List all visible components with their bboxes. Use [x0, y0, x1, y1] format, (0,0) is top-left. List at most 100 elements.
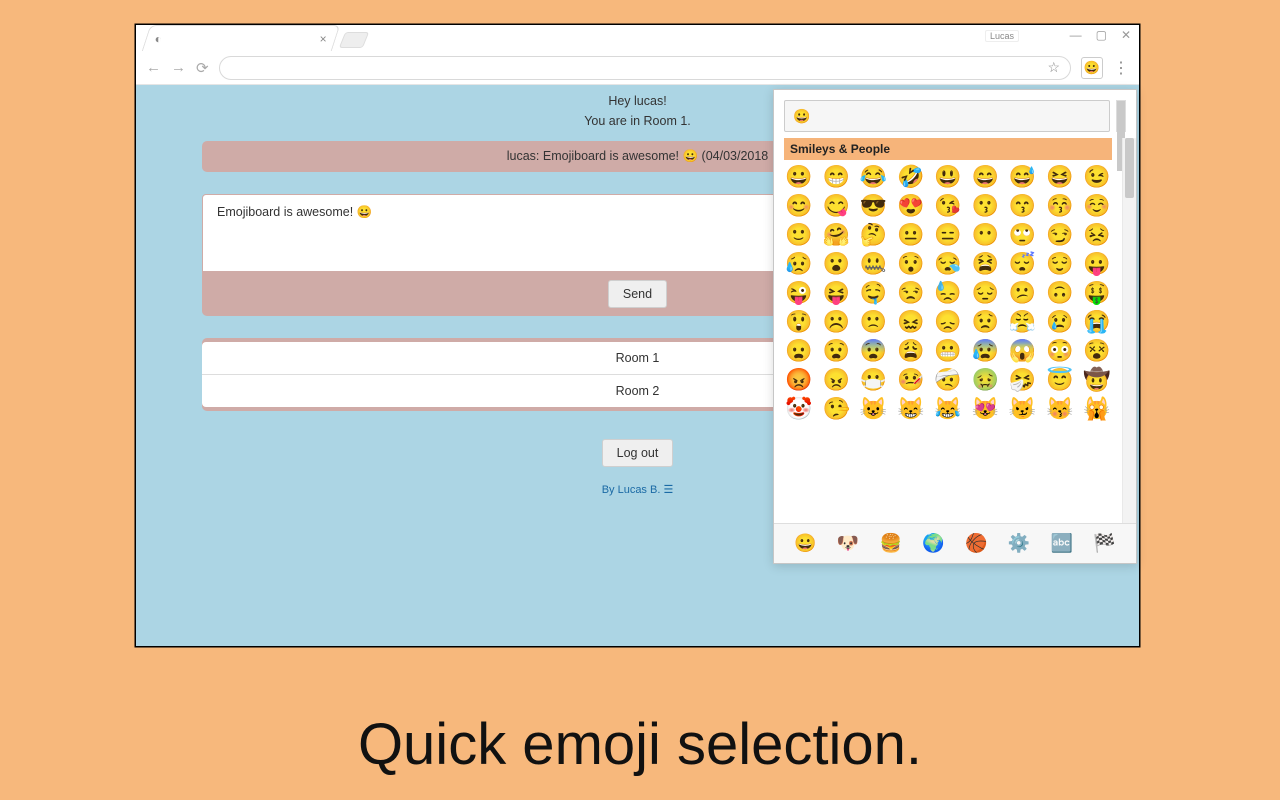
- emoji-cell[interactable]: 🤧: [1007, 369, 1037, 391]
- emoji-cell[interactable]: 😴: [1007, 253, 1037, 275]
- emoji-cell[interactable]: 😧: [821, 340, 851, 362]
- emoji-category-tab[interactable]: 🐶: [837, 533, 859, 554]
- emoji-cell[interactable]: 😺: [858, 398, 888, 420]
- address-bar[interactable]: ☆: [219, 56, 1071, 80]
- emoji-cell[interactable]: 😄: [970, 166, 1000, 188]
- emoji-category-tab[interactable]: 🏀: [965, 533, 987, 554]
- emoji-cell[interactable]: 🙄: [1007, 224, 1037, 246]
- emoji-cell[interactable]: 😸: [896, 398, 926, 420]
- emoji-cell[interactable]: 😅: [1007, 166, 1037, 188]
- emoji-cell[interactable]: 😩: [896, 340, 926, 362]
- emoji-cell[interactable]: 😞: [933, 311, 963, 333]
- emoji-cell[interactable]: 😯: [896, 253, 926, 275]
- emoji-cell[interactable]: 😙: [1007, 195, 1037, 217]
- emoji-category-tab[interactable]: 🔤: [1051, 533, 1073, 554]
- emoji-cell[interactable]: 😫: [970, 253, 1000, 275]
- emoji-cell[interactable]: 😏: [1045, 224, 1075, 246]
- emoji-cell[interactable]: 😷: [858, 369, 888, 391]
- emoji-cell[interactable]: 😠: [821, 369, 851, 391]
- emoji-cell[interactable]: 🤣: [896, 166, 926, 188]
- emoji-cell[interactable]: 😖: [896, 311, 926, 333]
- emoji-category-tab[interactable]: 🍔: [880, 533, 902, 554]
- emoji-category-tab[interactable]: 😀: [794, 533, 816, 554]
- emoji-cell[interactable]: 🤒: [896, 369, 926, 391]
- emoji-cell[interactable]: 😓: [933, 282, 963, 304]
- window-maximize-icon[interactable]: ▢: [1096, 28, 1107, 42]
- emoji-cell[interactable]: 😝: [821, 282, 851, 304]
- close-tab-icon[interactable]: ×: [320, 32, 327, 46]
- browser-tab[interactable]: ◐ ×: [142, 25, 340, 51]
- search-scrollbar[interactable]: [1116, 100, 1126, 132]
- emoji-scrollbar[interactable]: [1122, 138, 1136, 523]
- emoji-cell[interactable]: 😽: [1045, 398, 1075, 420]
- emoji-cell[interactable]: 😊: [784, 195, 814, 217]
- emoji-cell[interactable]: 🤔: [858, 224, 888, 246]
- window-close-icon[interactable]: ✕: [1121, 28, 1131, 42]
- emoji-cell[interactable]: 🤐: [858, 253, 888, 275]
- emoji-cell[interactable]: 😚: [1045, 195, 1075, 217]
- emoji-cell[interactable]: 😃: [933, 166, 963, 188]
- emoji-cell[interactable]: 😘: [933, 195, 963, 217]
- emoji-cell[interactable]: 😰: [970, 340, 1000, 362]
- emoji-cell[interactable]: 😌: [1045, 253, 1075, 275]
- emoji-cell[interactable]: 🤤: [858, 282, 888, 304]
- browser-menu-icon[interactable]: ⋮: [1113, 58, 1129, 78]
- emoji-cell[interactable]: 😬: [933, 340, 963, 362]
- emoji-cell[interactable]: 🙀: [1082, 398, 1112, 420]
- emoji-cell[interactable]: 😣: [1082, 224, 1112, 246]
- emoji-cell[interactable]: 😑: [933, 224, 963, 246]
- bookmark-star-icon[interactable]: ☆: [1047, 59, 1060, 76]
- emoji-category-tab[interactable]: 🌍: [922, 533, 944, 554]
- emoji-cell[interactable]: 😛: [1082, 253, 1112, 275]
- emoji-cell[interactable]: 🙂: [784, 224, 814, 246]
- emoji-cell[interactable]: 😮: [821, 253, 851, 275]
- emoji-cell[interactable]: 😵: [1082, 340, 1112, 362]
- window-minimize-icon[interactable]: —: [1070, 28, 1082, 42]
- emoji-cell[interactable]: 😐: [896, 224, 926, 246]
- new-tab-button[interactable]: [339, 32, 369, 48]
- emoji-category-tab[interactable]: ⚙️: [1008, 533, 1030, 554]
- emoji-cell[interactable]: 🤕: [933, 369, 963, 391]
- forward-icon[interactable]: →: [171, 59, 186, 76]
- emoji-cell[interactable]: 🙃: [1045, 282, 1075, 304]
- emoji-cell[interactable]: 😁: [821, 166, 851, 188]
- emoji-cell[interactable]: 😎: [858, 195, 888, 217]
- emoji-cell[interactable]: 😇: [1045, 369, 1075, 391]
- profile-chip[interactable]: Lucas: [985, 30, 1019, 42]
- emoji-cell[interactable]: 😭: [1082, 311, 1112, 333]
- emoji-cell[interactable]: 😳: [1045, 340, 1075, 362]
- emoji-cell[interactable]: 😀: [784, 166, 814, 188]
- emoji-cell[interactable]: 😻: [970, 398, 1000, 420]
- logout-button[interactable]: Log out: [602, 439, 674, 467]
- emoji-cell[interactable]: 😜: [784, 282, 814, 304]
- emoji-cell[interactable]: 😥: [784, 253, 814, 275]
- emoji-cell[interactable]: 🤗: [821, 224, 851, 246]
- emoji-cell[interactable]: 😤: [1007, 311, 1037, 333]
- reload-icon[interactable]: ⟳: [196, 59, 209, 77]
- emoji-cell[interactable]: 🤑: [1082, 282, 1112, 304]
- emoji-cell[interactable]: 😱: [1007, 340, 1037, 362]
- emoji-cell[interactable]: 😆: [1045, 166, 1075, 188]
- emoji-cell[interactable]: 🤥: [821, 398, 851, 420]
- emoji-cell[interactable]: 😪: [933, 253, 963, 275]
- emoji-cell[interactable]: 😦: [784, 340, 814, 362]
- emoji-cell[interactable]: 😼: [1007, 398, 1037, 420]
- emoji-cell[interactable]: 😹: [933, 398, 963, 420]
- emoji-cell[interactable]: 😗: [970, 195, 1000, 217]
- emoji-cell[interactable]: 😂: [858, 166, 888, 188]
- emoji-cell[interactable]: 🤢: [970, 369, 1000, 391]
- emoji-cell[interactable]: 😶: [970, 224, 1000, 246]
- emoji-cell[interactable]: 🙁: [858, 311, 888, 333]
- emoji-category-tab[interactable]: 🏁: [1093, 533, 1115, 554]
- emoji-cell[interactable]: 😢: [1045, 311, 1075, 333]
- emoji-cell[interactable]: 😔: [970, 282, 1000, 304]
- emoji-cell[interactable]: 😟: [970, 311, 1000, 333]
- emoji-cell[interactable]: 😒: [896, 282, 926, 304]
- back-icon[interactable]: ←: [146, 59, 161, 76]
- send-button[interactable]: Send: [608, 280, 667, 308]
- emoji-cell[interactable]: ☺️: [1082, 195, 1112, 217]
- emoji-cell[interactable]: 😍: [896, 195, 926, 217]
- emoji-cell[interactable]: 🤡: [784, 398, 814, 420]
- emoji-cell[interactable]: 😲: [784, 311, 814, 333]
- emoji-cell[interactable]: 😕: [1007, 282, 1037, 304]
